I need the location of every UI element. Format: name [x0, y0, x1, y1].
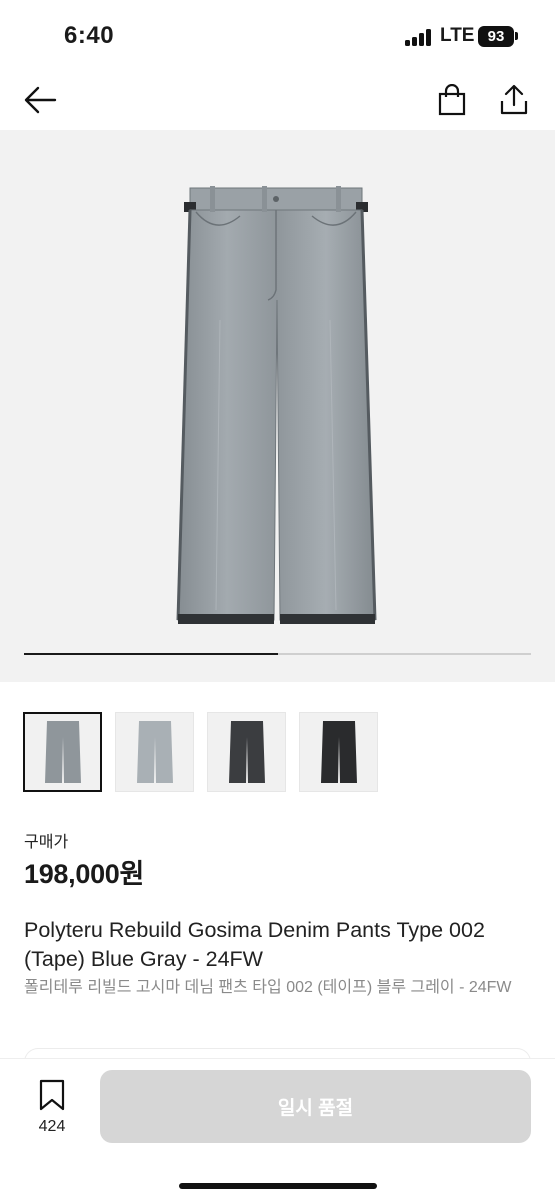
cellular-signal-icon	[405, 28, 433, 46]
product-image-denim-pants	[176, 186, 377, 624]
shopping-bag-icon	[438, 84, 466, 116]
thumbnail-pants-image	[44, 721, 81, 783]
gallery-progress-track	[24, 653, 531, 655]
thumbnail-strip	[23, 712, 378, 792]
network-label: LTE	[440, 25, 475, 46]
home-indicator	[179, 1183, 377, 1189]
back-button[interactable]	[20, 80, 60, 120]
thumb-front-light[interactable]	[115, 712, 194, 792]
price-value: 198,000원	[24, 859, 145, 889]
thumb-front-black[interactable]	[299, 712, 378, 792]
bottom-action-bar: 424 일시 품절	[0, 1058, 555, 1200]
product-image-gallery[interactable]	[0, 130, 555, 682]
thumbnail-pants-image	[228, 721, 265, 783]
product-title-korean: 폴리테루 리빌드 고시마 데님 팬츠 타입 002 (테이프) 블루 그레이 -…	[24, 979, 512, 996]
gallery-progress-fill	[24, 653, 278, 655]
shopping-bag-button[interactable]	[432, 80, 472, 120]
price-label: 구매가	[24, 834, 69, 851]
sold-out-button[interactable]: 일시 품절	[100, 1070, 531, 1143]
thumbnail-pants-image	[136, 721, 173, 783]
bookmark-icon	[39, 1079, 65, 1111]
thumb-front-blue-gray[interactable]	[23, 712, 102, 792]
thumb-front-charcoal[interactable]	[207, 712, 286, 792]
product-title-english: Polyteru Rebuild Gosima Denim Pants Type…	[24, 918, 485, 971]
wishlist-count: 424	[38, 1118, 66, 1135]
arrow-left-icon	[24, 86, 57, 114]
share-icon	[500, 84, 528, 115]
status-time: 6:40	[64, 22, 115, 49]
battery-icon: 93	[478, 26, 514, 47]
wishlist-button[interactable]: 424	[28, 1079, 76, 1136]
share-button[interactable]	[494, 80, 534, 120]
status-bar: 6:40 LTE 93	[0, 0, 555, 70]
thumbnail-pants-image	[320, 721, 357, 783]
battery-cap	[515, 32, 518, 40]
nav-bar	[0, 70, 555, 130]
